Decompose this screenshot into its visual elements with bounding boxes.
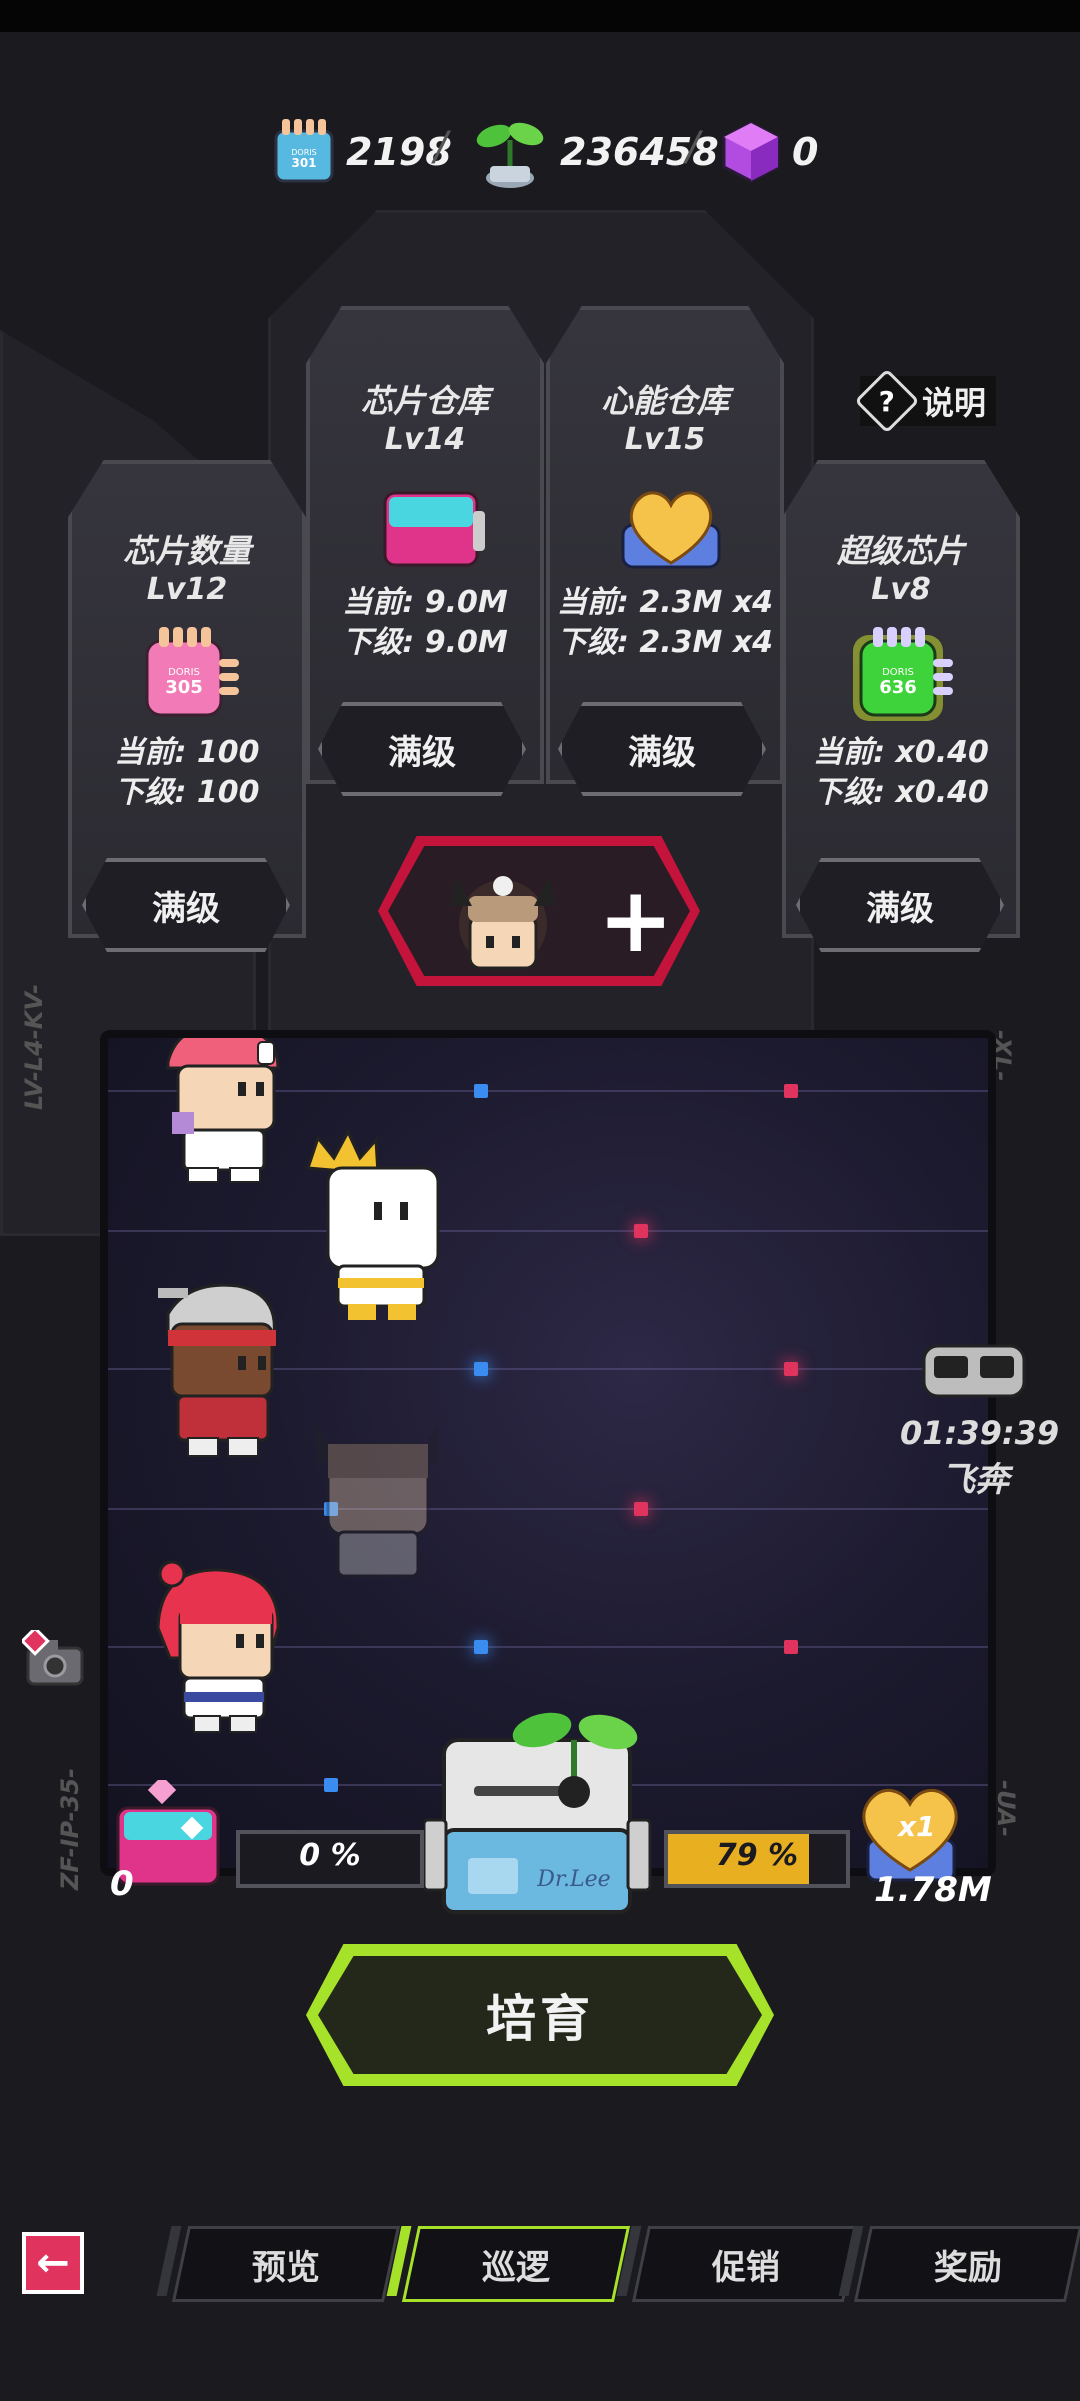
timer-value: 01:39:39 (900, 1414, 1060, 1452)
add-character-button[interactable]: + (378, 836, 700, 986)
max-level-button[interactable]: 满级 (558, 702, 766, 796)
card-title: 心能仓库 (600, 382, 729, 420)
signal-dot (634, 1502, 648, 1516)
signal-dot (784, 1362, 798, 1376)
character-pink-hat (166, 1038, 280, 1183)
character-ghost (314, 1424, 438, 1578)
tab-promotion[interactable]: 促销 (631, 2226, 861, 2302)
heart-energy[interactable]: x1 1.78M (850, 1776, 992, 1916)
tab-patrol[interactable]: 巡逻 (401, 2226, 631, 2302)
help-button[interactable]: ? 说明 (854, 368, 997, 434)
add-character-frame: + (388, 846, 690, 976)
character-red-headband (158, 1283, 276, 1457)
box-count: 0 (110, 1864, 134, 1904)
signal-dot (474, 1640, 488, 1654)
racing-goggles-icon (922, 1344, 1026, 1398)
camera-icon (20, 1626, 84, 1686)
current-value: 当前: 2.3M x4 (556, 585, 774, 620)
tab-label: 促销 (712, 2247, 780, 2288)
current-value: 当前: 9.0M (342, 585, 508, 620)
dr-lee-machine[interactable]: Dr.Lee (422, 1700, 654, 1920)
tab-label: 预览 (252, 2247, 320, 2288)
heart-amount: 1.78M (874, 1870, 992, 1910)
racing-timer[interactable]: 01:39:39 飞奔 (900, 1330, 1060, 1501)
chip-progress-bar: 0 % (236, 1830, 424, 1888)
next-value: 下级: 100 (114, 775, 260, 810)
max-level-button[interactable]: 满级 (82, 858, 290, 952)
chip-icon: DORIS 301 (274, 119, 334, 183)
chip-number: 636 (879, 677, 917, 698)
heart-progress-bar: 79 % (664, 1830, 850, 1888)
signal-dot (474, 1362, 488, 1376)
card-title: 芯片仓库 (360, 382, 489, 420)
tab-rewards[interactable]: 奖励 (853, 2226, 1080, 2302)
machine-label: Dr.Lee (536, 1867, 610, 1892)
next-value: 下级: 2.3M x4 (556, 625, 774, 660)
status-bar (0, 0, 1080, 32)
back-button[interactable]: ← (22, 2232, 84, 2294)
sprouts-resource: 236458 (468, 112, 719, 192)
back-arrow-icon: ← (36, 2240, 70, 2286)
card-title: 芯片数量 (122, 532, 251, 570)
card-level: Lv12 (146, 572, 228, 607)
chips-resource: DORIS 301 2198 (268, 112, 452, 192)
incubator-icon: Dr.Lee (422, 1712, 652, 1914)
character-avatar-icon (450, 876, 556, 970)
card-title: 超级芯片 (836, 532, 965, 570)
question-icon: ? (854, 368, 920, 434)
cube-icon (722, 121, 780, 183)
character-crowned-robot (305, 1128, 440, 1320)
next-value: 下级: x0.40 (813, 775, 989, 810)
help-label: 说明 (922, 384, 987, 422)
card-level: Lv15 (624, 422, 706, 457)
current-value: 当前: 100 (114, 735, 260, 770)
pink-chip-icon: DORIS 305 (137, 625, 239, 717)
heart-multiplier: x1 (898, 1810, 936, 1843)
card-level: Lv8 (871, 572, 931, 607)
max-level-button[interactable]: 满级 (318, 702, 526, 796)
heart-box-icon (615, 475, 721, 569)
tab-preview[interactable]: 预览 (171, 2226, 401, 2302)
cubes-resource: 0 (718, 112, 818, 192)
divider: / (434, 124, 448, 170)
lane-line (108, 1230, 988, 1232)
chip-number: 301 (291, 156, 316, 170)
chip-box-icon (375, 475, 485, 567)
lane-line (108, 1508, 988, 1510)
plus-icon: + (598, 868, 674, 973)
chip-number: 305 (165, 677, 203, 698)
heart-progress-label: 79 % (715, 1838, 799, 1873)
sprout-icon (476, 122, 544, 188)
signal-dot (474, 1084, 488, 1098)
next-value: 下级: 9.0M (342, 625, 508, 660)
cubes-count: 0 (792, 130, 819, 174)
current-value: 当前: x0.40 (813, 735, 989, 770)
grow-button[interactable]: 培育 (306, 1944, 774, 2086)
card-level: Lv14 (384, 422, 466, 457)
side-code: LV-L4-KV- (20, 983, 48, 1110)
side-code: ZF-IP-35- (56, 1768, 84, 1890)
divider: / (686, 124, 700, 170)
grow-button-frame: 培育 (318, 1956, 762, 2074)
character-pink-hair (156, 1560, 280, 1733)
signal-dot (784, 1084, 798, 1098)
signal-dot (324, 1778, 338, 1792)
tab-label: 巡逻 (482, 2247, 550, 2288)
camera-button[interactable] (20, 1626, 88, 1694)
grow-button-label: 培育 (486, 1990, 594, 2048)
signal-dot (784, 1640, 798, 1654)
green-chip-icon: DORIS 636 (851, 625, 953, 721)
treasure-box[interactable]: 0 (110, 1775, 232, 1904)
timer-label: 飞奔 (941, 1460, 1009, 1500)
tab-label: 奖励 (934, 2247, 1002, 2288)
signal-dot (634, 1224, 648, 1238)
chip-progress-label: 0 % (299, 1838, 361, 1873)
max-level-button[interactable]: 满级 (796, 858, 1004, 952)
